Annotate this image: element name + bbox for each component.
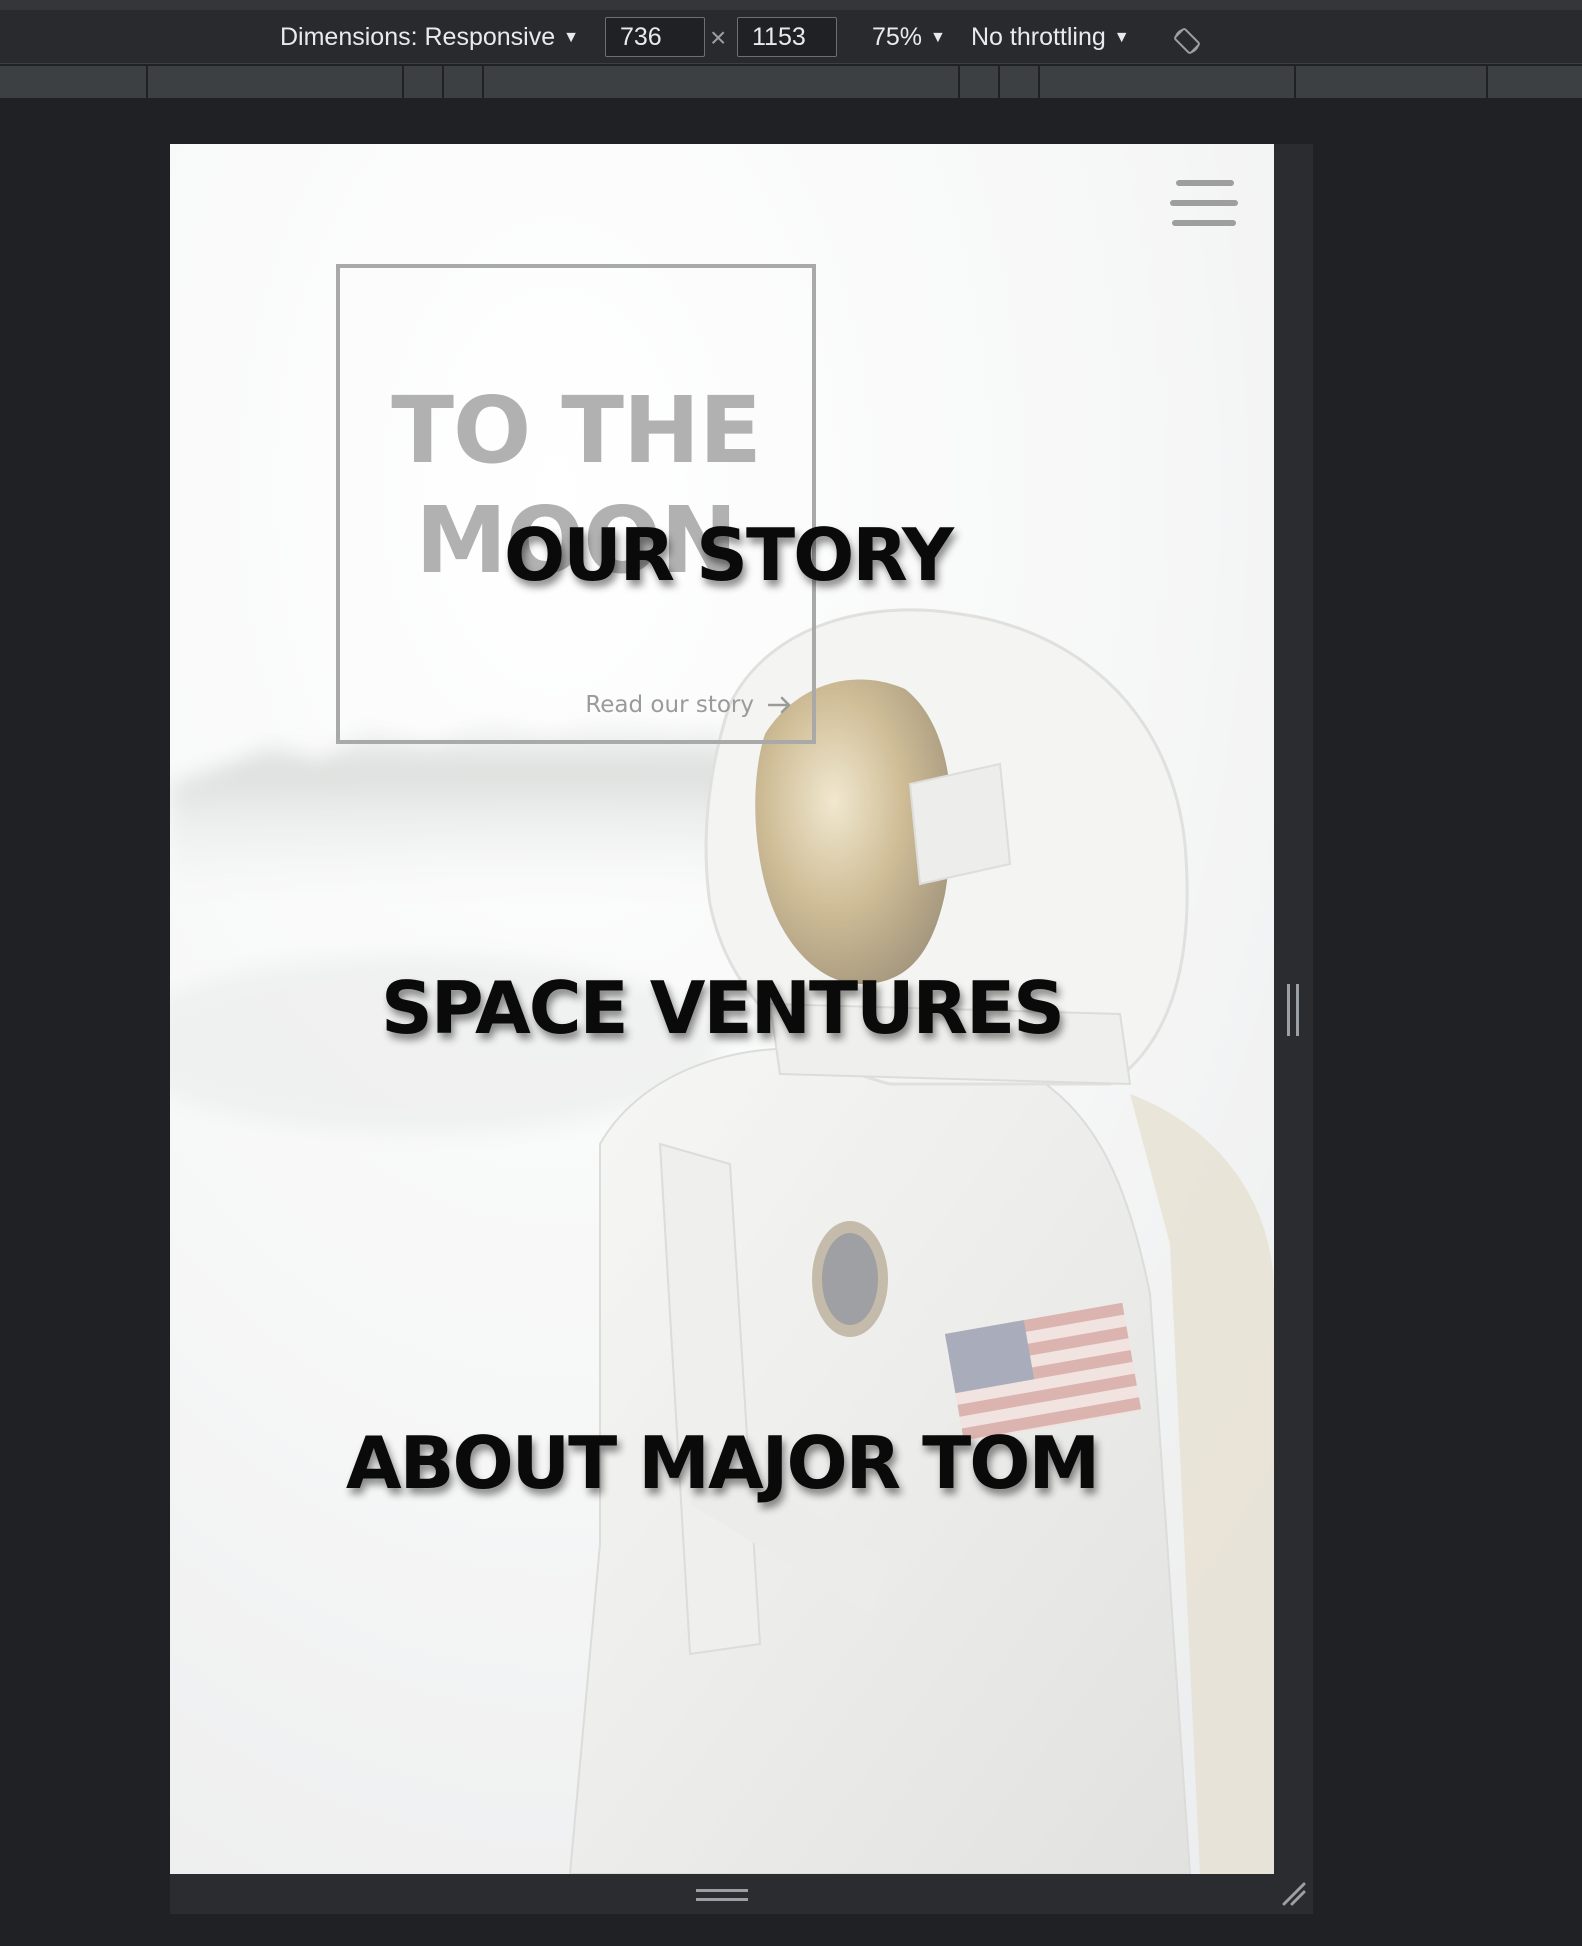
nav-link-space-ventures[interactable]: SPACE VENTURES xyxy=(170,968,1274,1048)
chevron-down-icon: ▼ xyxy=(1113,29,1130,46)
height-input[interactable] xyxy=(737,17,837,57)
arrow-right-icon xyxy=(768,696,791,714)
media-query-segment[interactable] xyxy=(1294,66,1296,98)
media-query-segment[interactable] xyxy=(958,66,960,98)
dimensions-label: Dimensions: Responsive xyxy=(280,23,556,51)
device-viewport: TO THE MOON Read our story OUR STORY SPA… xyxy=(170,144,1274,1874)
right-resize-handle[interactable] xyxy=(1274,144,1313,1874)
media-query-segment[interactable] xyxy=(442,66,444,98)
media-query-segment[interactable] xyxy=(482,66,484,98)
chevron-down-icon: ▼ xyxy=(563,29,579,46)
zoom-label: 75% xyxy=(872,23,923,51)
hamburger-menu-icon[interactable] xyxy=(1170,180,1240,228)
device-toolbar: Dimensions: Responsive ▼ × 75% ▼ No thrott… xyxy=(0,0,1582,64)
media-query-segment[interactable] xyxy=(146,66,148,98)
width-input[interactable] xyxy=(605,17,705,57)
nav-link-about-major-tom[interactable]: ABOUT MAJOR TOM xyxy=(170,1423,1274,1503)
hero-title-line-1: TO THE xyxy=(391,377,762,484)
corner-resize-icon[interactable] xyxy=(1280,1880,1308,1908)
hero-story-card: TO THE MOON Read our story xyxy=(336,264,816,744)
media-query-segment[interactable] xyxy=(1038,66,1040,98)
zoom-dropdown[interactable]: 75% ▼ xyxy=(872,20,946,54)
throttling-label: No throttling xyxy=(971,23,1106,51)
chevron-down-icon: ▼ xyxy=(930,29,946,46)
throttling-dropdown[interactable]: No throttling ▼ xyxy=(971,20,1130,54)
read-story-link[interactable]: Read our story xyxy=(585,692,792,718)
read-story-label: Read our story xyxy=(585,692,754,718)
nav-link-our-story[interactable]: OUR STORY xyxy=(176,515,1274,595)
media-query-bar[interactable] xyxy=(0,66,1582,98)
resize-grip xyxy=(696,1889,748,1901)
times-separator: × xyxy=(710,22,727,53)
dimensions-dropdown[interactable]: Dimensions: Responsive ▼ xyxy=(280,20,579,54)
rotate-icon[interactable] xyxy=(1173,27,1201,55)
media-query-segment[interactable] xyxy=(1486,66,1488,98)
bottom-resize-handle[interactable] xyxy=(170,1874,1313,1914)
resize-grip xyxy=(1287,984,1299,1036)
media-query-segment[interactable] xyxy=(998,66,1000,98)
media-query-segment[interactable] xyxy=(402,66,404,98)
